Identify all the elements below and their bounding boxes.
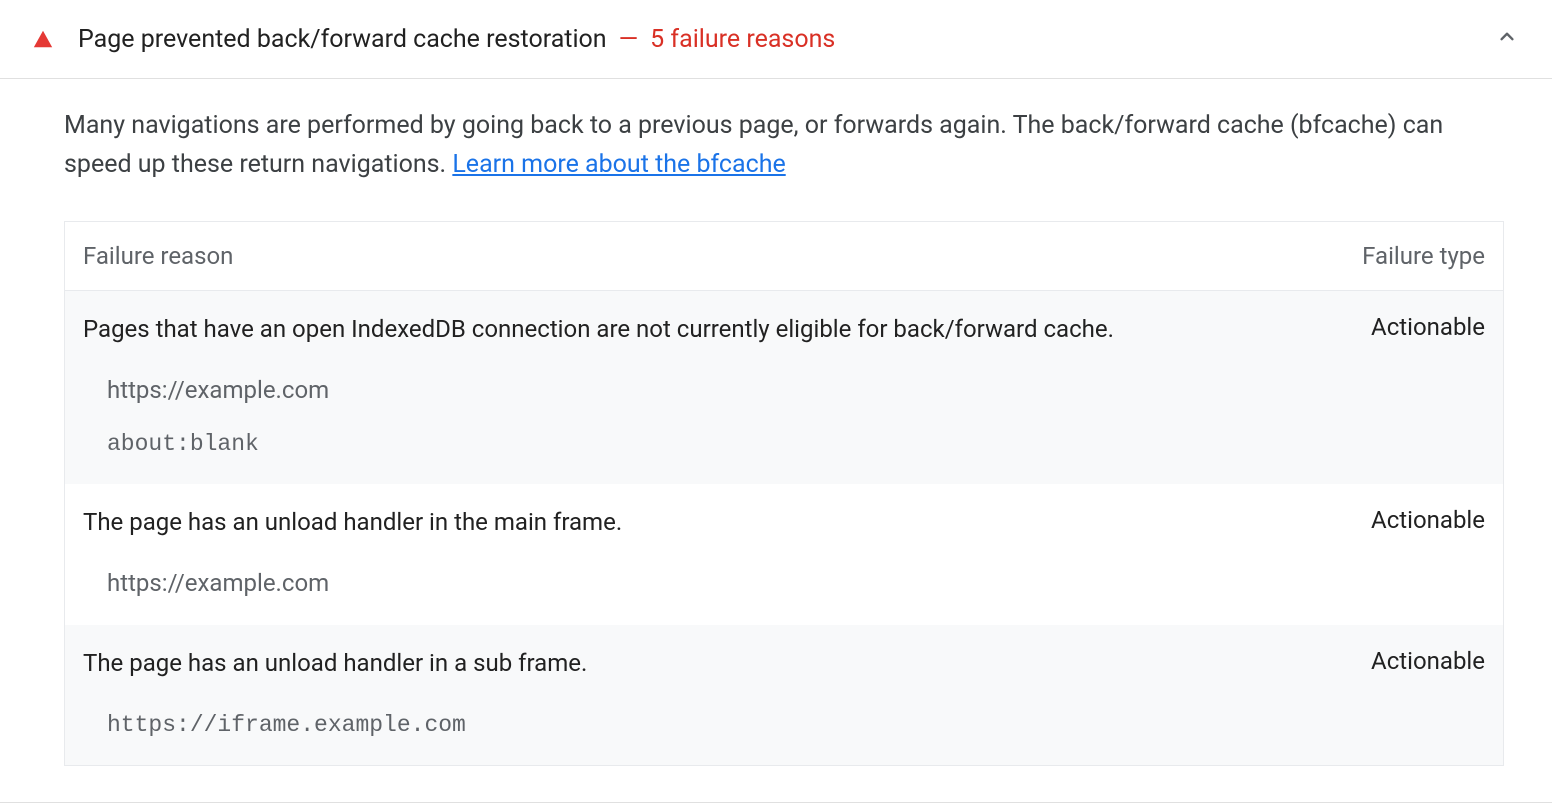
table-row: The page has an unload handler in a sub … [65, 625, 1503, 765]
learn-more-link[interactable]: Learn more about the bfcache [452, 150, 785, 179]
separator: — [619, 25, 639, 54]
url-item: about:blank [107, 428, 1485, 460]
failure-type: Actionable [1371, 647, 1485, 675]
table-row-top: The page has an unload handler in the ma… [83, 506, 1485, 540]
audit-card: Page prevented back/forward cache restor… [0, 0, 1552, 803]
url-item: https://iframe.example.com [107, 709, 1485, 741]
url-item: https://example.com [107, 567, 1485, 601]
audit-title: Page prevented back/forward cache restor… [78, 25, 607, 54]
failure-type: Actionable [1371, 506, 1485, 534]
failure-reason: Pages that have an open IndexedDB connec… [83, 313, 1371, 347]
column-header-type: Failure type [1362, 242, 1485, 270]
audit-description: Many navigations are performed by going … [64, 107, 1504, 185]
failure-type: Actionable [1371, 313, 1485, 341]
table-row-top: The page has an unload handler in a sub … [83, 647, 1485, 681]
url-list: https://example.com about:blank [83, 374, 1485, 460]
failure-reason: The page has an unload handler in the ma… [83, 506, 1371, 540]
url-item: https://example.com [107, 374, 1485, 408]
failure-reason: The page has an unload handler in a sub … [83, 647, 1371, 681]
table-header-row: Failure reason Failure type [65, 222, 1503, 291]
column-header-reason: Failure reason [83, 242, 1362, 270]
failure-table: Failure reason Failure type Pages that h… [64, 221, 1504, 766]
audit-body: Many navigations are performed by going … [0, 79, 1552, 802]
table-row-top: Pages that have an open IndexedDB connec… [83, 313, 1485, 347]
url-list: https://example.com [83, 567, 1485, 601]
fail-triangle-icon [32, 28, 54, 50]
table-row: Pages that have an open IndexedDB connec… [65, 291, 1503, 484]
audit-header[interactable]: Page prevented back/forward cache restor… [0, 0, 1552, 79]
table-body: Pages that have an open IndexedDB connec… [65, 291, 1503, 765]
url-list: https://iframe.example.com [83, 709, 1485, 741]
chevron-up-icon[interactable] [1494, 24, 1520, 54]
failure-count: 5 failure reasons [650, 25, 835, 54]
table-row: The page has an unload handler in the ma… [65, 484, 1503, 625]
